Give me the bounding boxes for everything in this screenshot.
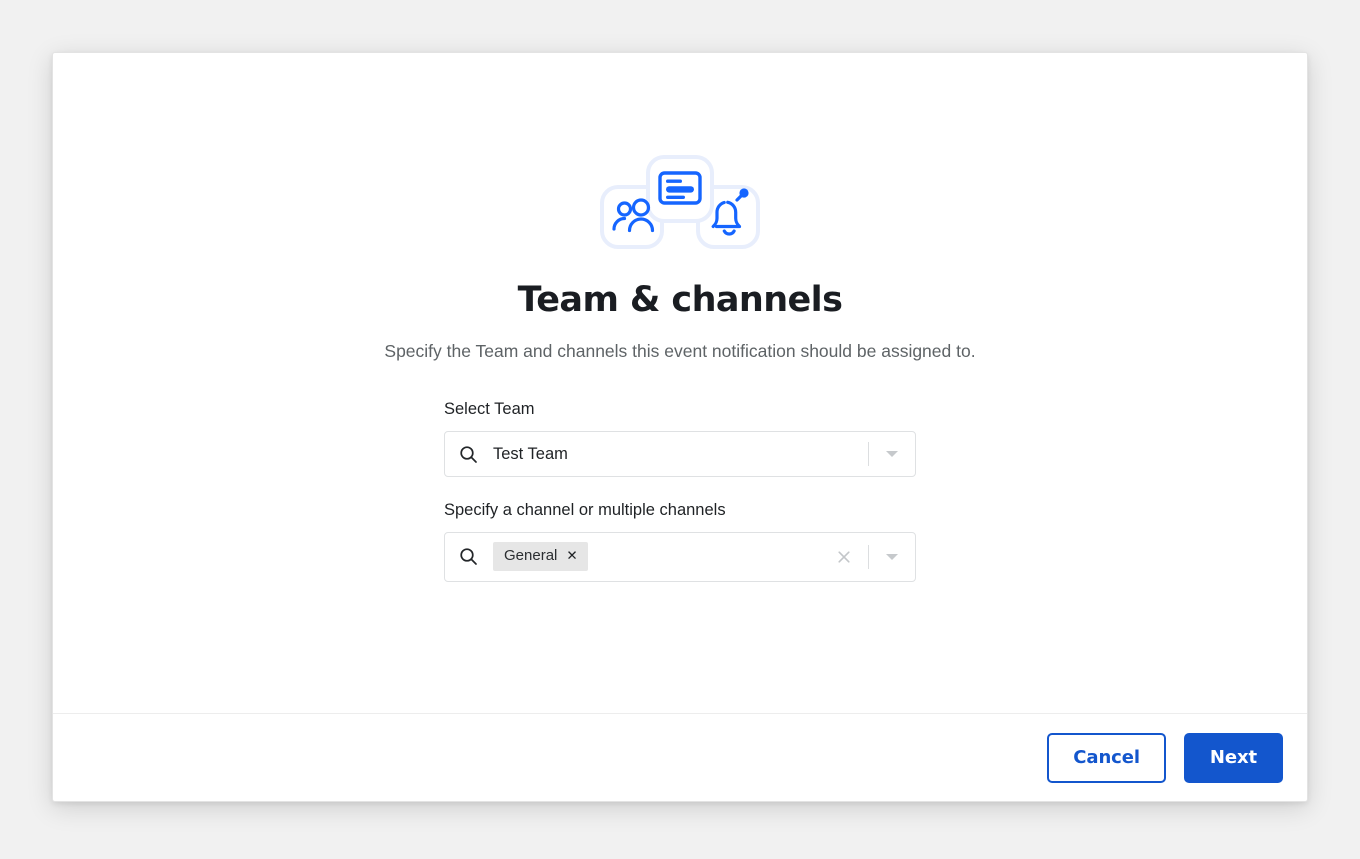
close-icon[interactable]: ✕ — [566, 550, 577, 564]
dialog-footer: Cancel Next — [53, 713, 1307, 801]
team-field-group: Select Team Test Team — [444, 400, 916, 477]
dialog-subtitle: Specify the Team and channels this event… — [53, 340, 1307, 363]
next-button[interactable]: Next — [1184, 733, 1283, 783]
channels-field-label: Specify a channel or multiple channels — [444, 501, 916, 521]
chevron-down-icon[interactable] — [869, 432, 915, 476]
channels-multiselect[interactable]: General ✕ — [444, 532, 916, 582]
footer-actions: Cancel Next — [1047, 733, 1283, 783]
form-area: Select Team Test Team — [444, 400, 916, 582]
channels-field-group: Specify a channel or multiple channels G… — [444, 501, 916, 582]
team-channels-dialog: Team & channels Specify the Team and cha… — [52, 52, 1308, 802]
team-channels-notification-illustration — [53, 151, 1307, 255]
clear-all-icon[interactable] — [834, 547, 854, 567]
chevron-down-icon[interactable] — [869, 533, 915, 581]
search-icon — [459, 445, 478, 464]
channel-chip-label: General — [504, 547, 557, 566]
dialog-body: Team & channels Specify the Team and cha… — [53, 53, 1307, 713]
cancel-button[interactable]: Cancel — [1047, 733, 1166, 783]
channel-chip[interactable]: General ✕ — [493, 542, 588, 571]
selected-channels: General ✕ — [493, 542, 834, 571]
page-title: Team & channels — [53, 281, 1307, 320]
team-select-value: Test Team — [493, 445, 868, 464]
search-icon — [459, 547, 478, 566]
team-select[interactable]: Test Team — [444, 431, 916, 477]
team-field-label: Select Team — [444, 400, 916, 420]
